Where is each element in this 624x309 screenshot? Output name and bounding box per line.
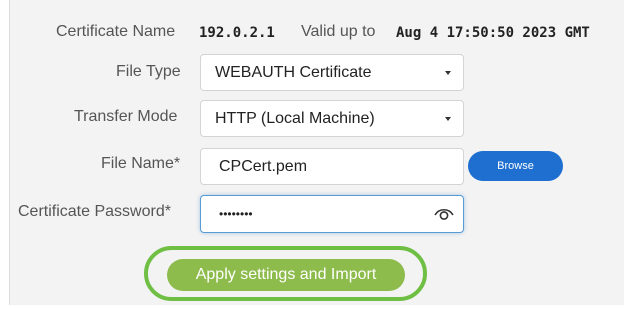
browse-button[interactable]: Browse xyxy=(468,151,563,181)
file-type-label: File Type xyxy=(116,63,181,80)
transfer-mode-selected-value: HTTP (Local Machine) xyxy=(215,109,375,127)
valid-up-to-label: Valid up to xyxy=(301,23,376,40)
file-type-select[interactable]: WEBAUTH Certificate xyxy=(200,54,464,91)
certificate-password-input[interactable]: •••••••• xyxy=(200,195,464,233)
certificate-name-value: 192.0.2.1 xyxy=(199,25,275,41)
transfer-mode-select[interactable]: HTTP (Local Machine) xyxy=(200,100,464,137)
chevron-down-icon xyxy=(445,116,451,121)
eye-icon[interactable] xyxy=(434,207,454,221)
valid-up-to-value: Aug 4 17:50:50 2023 GMT xyxy=(396,25,590,41)
file-name-input[interactable]: CPCert.pem xyxy=(200,148,464,185)
file-name-label: File Name* xyxy=(101,155,181,172)
certificate-name-label: Certificate Name xyxy=(56,23,176,40)
certificate-password-label: Certificate Password* xyxy=(18,203,171,220)
chevron-down-icon xyxy=(445,70,451,75)
transfer-mode-label: Transfer Mode xyxy=(74,108,178,125)
certificate-password-value: •••••••• xyxy=(219,207,253,221)
file-type-selected-value: WEBAUTH Certificate xyxy=(215,63,372,81)
certificate-import-form: Certificate Name 192.0.2.1 Valid up to A… xyxy=(0,0,624,309)
apply-settings-and-import-button[interactable]: Apply settings and Import xyxy=(167,259,405,291)
file-name-value: CPCert.pem xyxy=(219,157,308,175)
